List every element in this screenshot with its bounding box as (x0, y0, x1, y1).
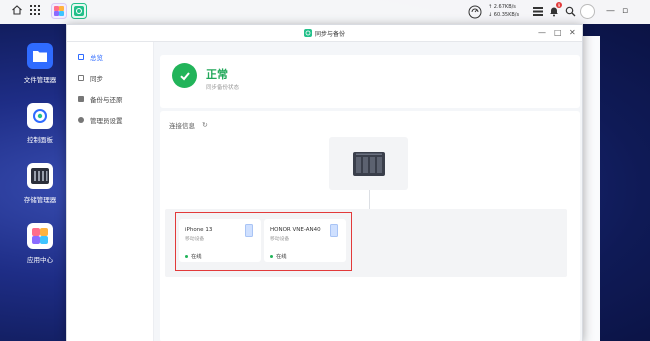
app-center-icon (27, 223, 53, 249)
storage-manager-icon (27, 163, 53, 189)
device-status: 在线 (185, 252, 202, 260)
device-type: 移动设备 (270, 237, 290, 242)
window-maximize-button[interactable]: □ (554, 29, 562, 37)
desktop-app-control-panel[interactable]: 控制面板 (20, 103, 60, 144)
upload-speed: ↑ 2.67KB/s (488, 4, 516, 10)
online-dot-icon (185, 254, 188, 258)
user-avatar[interactable] (580, 4, 595, 19)
device-card[interactable]: iPhone 13 移动设备 在线 (179, 219, 261, 262)
desktop-app-app-center[interactable]: 应用中心 (20, 223, 60, 264)
taskbar-sync-backup-icon[interactable] (71, 3, 87, 19)
desktop-app-label: 存储管理器 (23, 196, 57, 204)
refresh-icon[interactable]: ↻ (202, 121, 208, 129)
sync-app-icon (303, 29, 312, 37)
sidebar-item-sync[interactable]: 同步 (78, 72, 103, 84)
desktop-app-file-manager[interactable]: 文件管理器 (20, 43, 60, 84)
sidebar-item-backup-restore[interactable]: 备份与还原 (78, 93, 123, 105)
device-name: iPhone 13 (185, 227, 213, 233)
restore-icon[interactable]: ▫ (622, 6, 628, 16)
nas-icon (352, 151, 385, 176)
connection-info-header: 连接信息 ↻ (169, 120, 208, 130)
status-card: 正常 同步备份状态 (160, 55, 580, 108)
sidebar-item-admin-settings[interactable]: 管理员设置 (78, 114, 123, 126)
device-name: HONOR VNE-AN40 (270, 227, 321, 233)
window-minimize-button[interactable]: — (538, 29, 546, 37)
backup-icon (78, 96, 84, 102)
control-panel-icon (27, 103, 53, 129)
taskbar-app-center-icon[interactable] (51, 3, 67, 19)
phone-icon (245, 224, 253, 237)
desktop-app-storage-manager[interactable]: 存储管理器 (20, 163, 60, 204)
task-manager-icon[interactable] (533, 6, 544, 17)
device-card[interactable]: HONOR VNE-AN40 移动设备 在线 (264, 219, 346, 262)
folder-icon (27, 43, 53, 69)
nas-device (329, 137, 408, 190)
sync-backup-window: 同步与备份 — □ ✕ 总览 同步 备份与还原 管理员设置 正常 同步备份状态 (66, 24, 583, 341)
device-status-label: 在线 (276, 254, 287, 260)
device-status: 在线 (270, 252, 287, 260)
devices-panel: iPhone 13 移动设备 在线 HONOR VNE-AN40 移动设备 在线 (165, 209, 567, 277)
window-title: 同步与备份 (314, 30, 345, 38)
status-subtitle: 同步备份状态 (206, 85, 240, 91)
desktop-app-label: 控制面板 (27, 136, 53, 144)
sidebar-item-label: 总览 (90, 54, 103, 62)
settings-icon (78, 117, 84, 123)
desktop-app-label: 文件管理器 (23, 76, 57, 84)
minimize-icon[interactable]: — (606, 6, 615, 16)
sidebar-item-label: 备份与还原 (90, 96, 123, 104)
device-type: 移动设备 (185, 237, 205, 242)
sidebar-item-label: 同步 (90, 75, 103, 83)
phone-icon (330, 224, 338, 237)
status-title: 正常 (206, 68, 228, 81)
network-speed-icon[interactable] (468, 5, 482, 19)
system-topbar: ↑ 2.67KB/s ↓ 60.35KB/s 9 — ▫ (0, 0, 650, 24)
connection-info-title: 连接信息 (169, 122, 195, 130)
desktop-app-label: 应用中心 (27, 256, 53, 264)
home-icon[interactable] (11, 4, 23, 16)
check-icon (172, 63, 197, 88)
sync-icon (78, 75, 84, 81)
sidebar-item-overview[interactable]: 总览 (78, 51, 103, 63)
download-speed: ↓ 60.35KB/s (488, 12, 520, 18)
notification-badge: 9 (556, 2, 562, 8)
device-status-label: 在线 (191, 254, 202, 260)
sidebar: 总览 同步 备份与还原 管理员设置 (67, 42, 154, 341)
overview-icon (78, 54, 84, 60)
search-icon[interactable] (565, 6, 576, 17)
sidebar-item-label: 管理员设置 (90, 117, 123, 125)
window-close-button[interactable]: ✕ (569, 29, 576, 37)
connection-info-card: 连接信息 ↻ iPhone 13 移动设备 在线 HONOR VNE-AN40 … (160, 111, 580, 341)
app-grid-icon[interactable] (29, 4, 41, 16)
connector-line (369, 190, 370, 209)
online-dot-icon (270, 254, 273, 258)
network-speed-readout: ↑ 2.67KB/s ↓ 60.35KB/s (488, 3, 519, 19)
window-titlebar[interactable]: 同步与备份 — □ ✕ (67, 25, 582, 42)
